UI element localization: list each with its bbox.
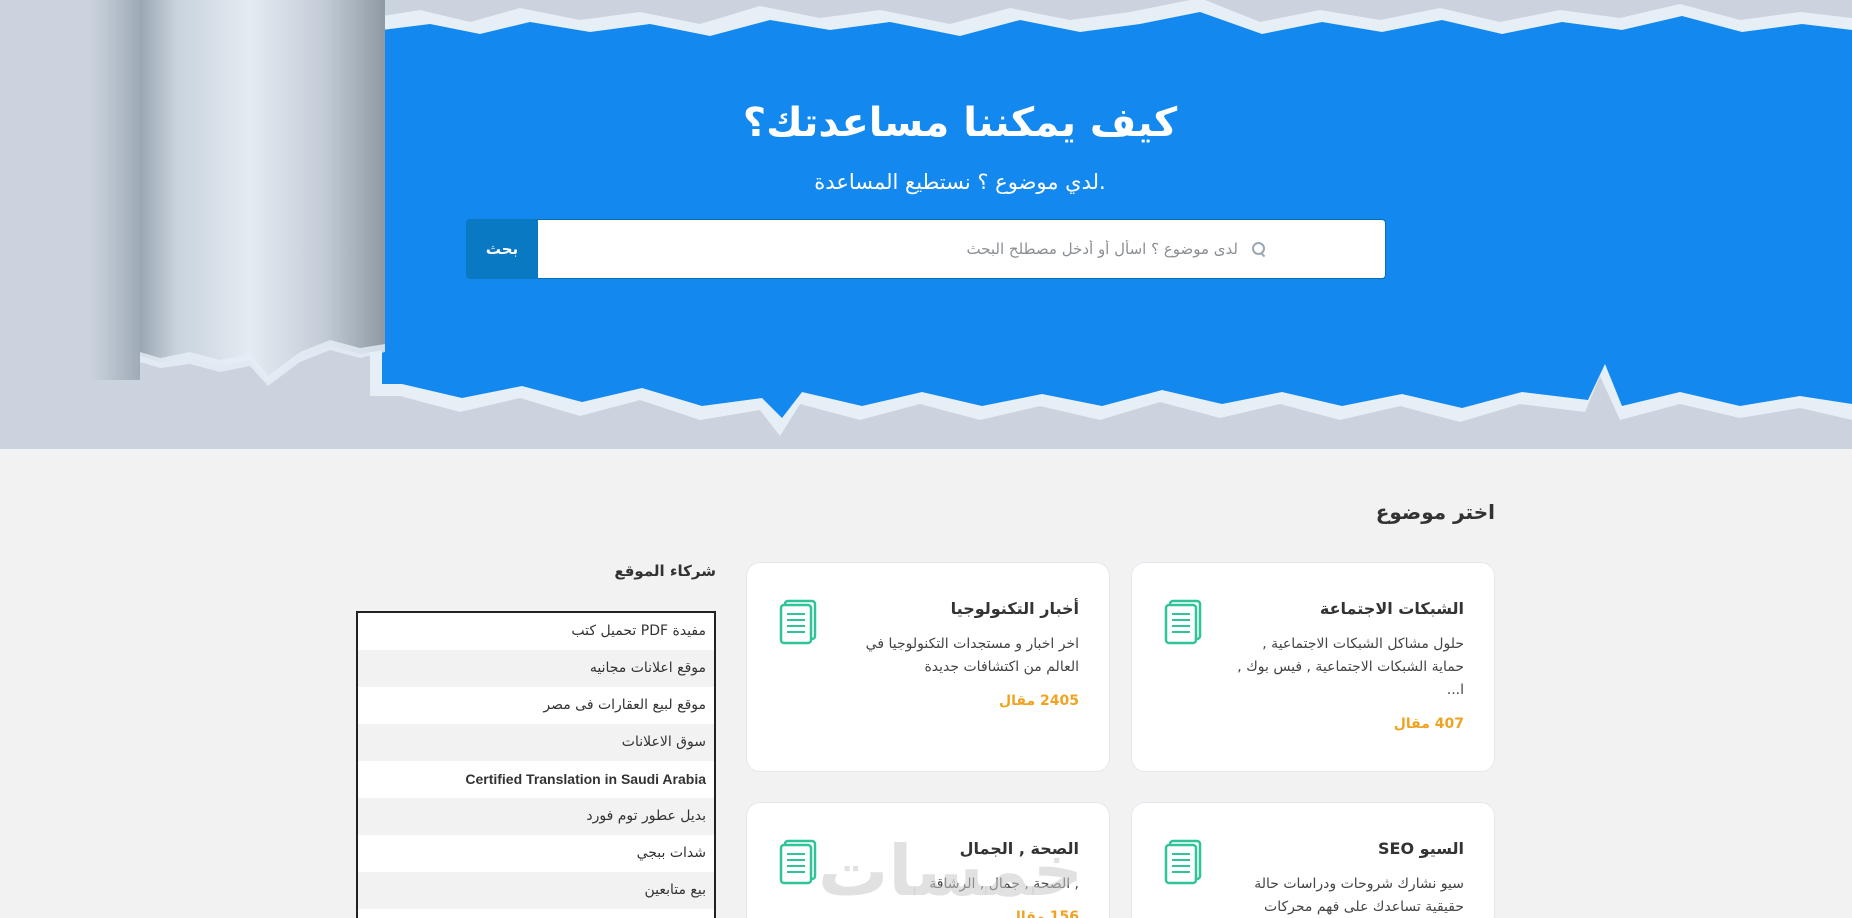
partner-link[interactable]: بيع متابعين bbox=[358, 872, 714, 909]
partner-link[interactable]: مفيدة PDF تحميل كتب bbox=[358, 613, 714, 650]
card-description: اخر اخبار و مستجدات التكنولوجيا في العال… bbox=[865, 636, 1079, 675]
topics-title: اختر موضوع bbox=[1375, 500, 1495, 524]
document-icon bbox=[779, 839, 817, 885]
hero-banner: كيف يمكننا مساعدتك؟ .لدي موضوع ؟ نستطيع … bbox=[0, 0, 1852, 449]
search-box[interactable] bbox=[538, 219, 1386, 279]
article-count: 407 مقال bbox=[1393, 716, 1464, 732]
topic-card-social-networks[interactable]: الشبكات الاجتماعة حلول مشاكل الشبكات الا… bbox=[1131, 562, 1495, 772]
search-bar: بحث bbox=[466, 219, 1386, 279]
search-button[interactable]: بحث bbox=[466, 219, 538, 279]
watermark-logo: خمسات bbox=[818, 830, 1085, 912]
partner-link[interactable]: شدات ببجي bbox=[358, 835, 714, 872]
article-count: 2405 مقال bbox=[999, 693, 1079, 709]
card-title[interactable]: الشبكات الاجتماعة bbox=[1320, 599, 1464, 618]
partners-list: مفيدة PDF تحميل كتب موقع اعلانات مجانيه … bbox=[356, 611, 716, 918]
card-description: حلول مشاكل الشبكات الاجتماعية , حماية ال… bbox=[1237, 636, 1464, 698]
document-icon bbox=[779, 599, 817, 645]
document-icon bbox=[1164, 839, 1202, 885]
partner-link[interactable]: سوق الاعلانات bbox=[358, 724, 714, 761]
document-icon bbox=[1164, 599, 1202, 645]
partner-link[interactable]: موقع لبيع العقارات فى مصر bbox=[358, 687, 714, 724]
card-title[interactable]: أخبار التكنولوجيا bbox=[951, 599, 1079, 618]
page-title: كيف يمكننا مساعدتك؟ bbox=[742, 100, 1178, 146]
partner-link[interactable]: موقع اعلانات مجانيه bbox=[358, 650, 714, 687]
topic-card-tech-news[interactable]: أخبار التكنولوجيا اخر اخبار و مستجدات ال… bbox=[746, 562, 1110, 772]
card-title[interactable]: السيو SEO bbox=[1378, 839, 1464, 858]
partners-title: شركاء الموقع bbox=[614, 562, 716, 580]
partner-link[interactable]: بديل عطور توم فورد bbox=[358, 798, 714, 835]
topic-card-seo[interactable]: السيو SEO سيو نشارك شروحات ودراسات حالة … bbox=[1131, 802, 1495, 918]
search-icon bbox=[1250, 241, 1266, 257]
partner-link[interactable]: Certified Translation in Saudi Arabia bbox=[358, 761, 714, 798]
search-input[interactable] bbox=[538, 240, 1238, 258]
page-subtitle: .لدي موضوع ؟ نستطيع المساعدة bbox=[814, 170, 1106, 194]
card-description: سيو نشارك شروحات ودراسات حالة حقيقية تسا… bbox=[1254, 876, 1464, 915]
